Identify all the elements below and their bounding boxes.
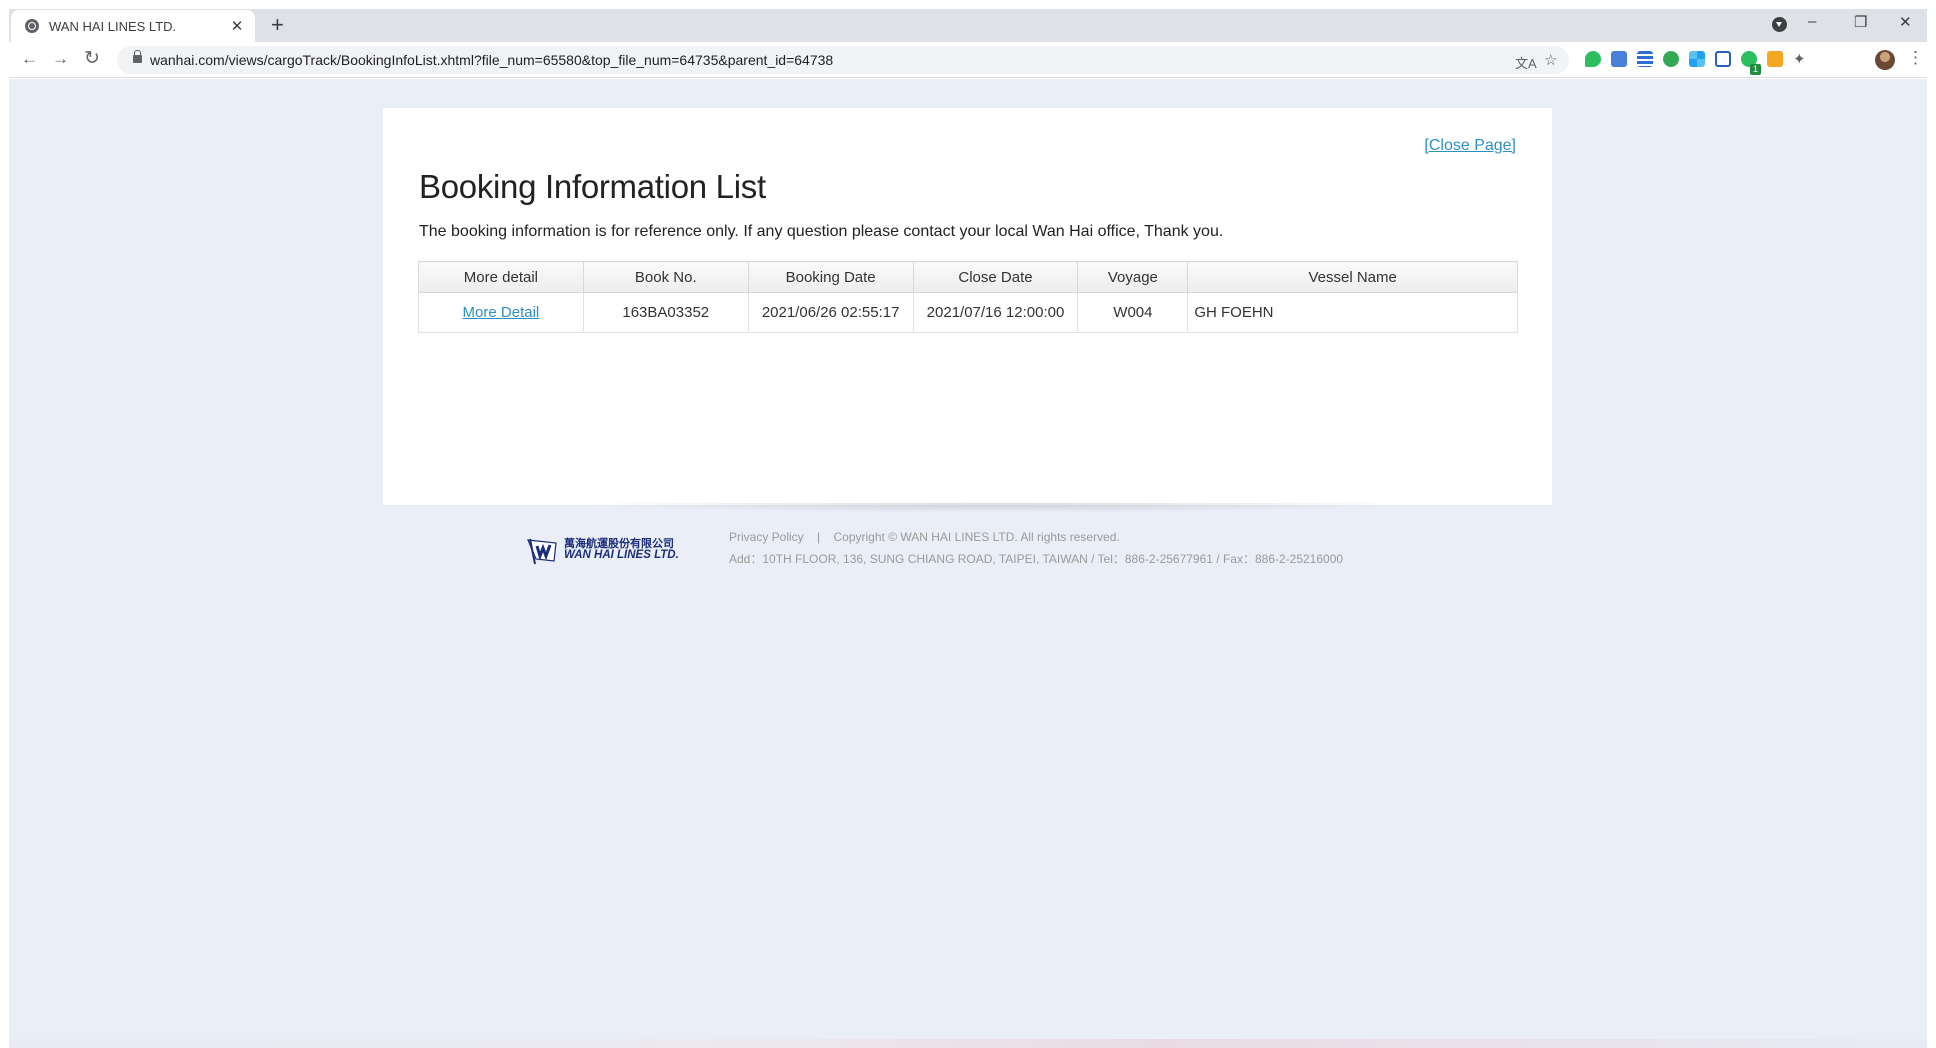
translate-icon[interactable]: 文A: [1515, 53, 1537, 72]
refresh-extension-icon[interactable]: [1663, 51, 1679, 67]
col-header-book-no: Book No.: [582, 261, 749, 293]
reload-icon[interactable]: ↻: [84, 47, 100, 70]
restore-button[interactable]: ❐: [1854, 13, 1867, 31]
logo-english-name: WAN HAI LINES LTD.: [564, 549, 679, 561]
translate-extension-icon[interactable]: [1611, 51, 1627, 67]
cell-more-detail: More Detail: [418, 292, 584, 333]
booking-table: More detail Book No. Booking Date Close …: [418, 261, 1518, 333]
avatar[interactable]: [1875, 50, 1895, 70]
card-shadow: [569, 503, 1429, 513]
privacy-policy-link[interactable]: Privacy Policy: [729, 530, 804, 544]
star-icon[interactable]: ☆: [1544, 51, 1557, 69]
address-bar[interactable]: wanhai.com/views/cargoTrack/BookingInfoL…: [117, 46, 1569, 74]
browser-window: WAN HAI LINES LTD. ✕ + – ❐ ✕ ← → ↻ wanha…: [0, 0, 1936, 1048]
back-arrow-icon[interactable]: ←: [21, 49, 38, 69]
globe-icon: [25, 19, 39, 33]
tab-search-icon[interactable]: [1772, 17, 1787, 32]
extension-badge: 1: [1750, 64, 1761, 75]
site-footer: 萬海航運股份有限公司 WAN HAI LINES LTD. Privacy Po…: [526, 530, 1426, 580]
col-header-booking-date: Booking Date: [747, 261, 914, 293]
evernote-extension-icon[interactable]: [1585, 51, 1601, 67]
cell-book-no: 163BA03352: [582, 292, 749, 333]
col-header-voyage: Voyage: [1077, 261, 1189, 293]
wan-hai-logo: 萬海航運股份有限公司 WAN HAI LINES LTD.: [526, 533, 679, 567]
window-close-button[interactable]: ✕: [1899, 13, 1912, 31]
table-row: More Detail 163BA03352 2021/06/26 02:55:…: [418, 292, 1518, 333]
cell-vessel-name: GH FOEHN: [1187, 292, 1518, 333]
minimize-button[interactable]: –: [1808, 13, 1816, 30]
rss-extension-icon[interactable]: [1767, 51, 1783, 67]
col-header-more-detail: More detail: [418, 261, 584, 293]
windows-extension-icon[interactable]: [1689, 51, 1705, 67]
tab-title: WAN HAI LINES LTD.: [49, 18, 177, 34]
tab-strip: WAN HAI LINES LTD. ✕ + – ❐ ✕: [9, 9, 1927, 42]
browser-toolbar: ← → ↻ wanhai.com/views/cargoTrack/Bookin…: [9, 42, 1927, 78]
tab-close-button[interactable]: ✕: [225, 17, 249, 35]
more-detail-link[interactable]: More Detail: [463, 304, 540, 321]
page-viewport: [Close Page] Booking Information List Th…: [9, 79, 1927, 1039]
cell-booking-date: 2021/06/26 02:55:17: [747, 292, 914, 333]
cell-close-date: 2021/07/16 12:00:00: [912, 292, 1079, 333]
content-card: [Close Page] Booking Information List Th…: [383, 108, 1552, 505]
lock-icon[interactable]: [133, 50, 142, 63]
browser-tab[interactable]: WAN HAI LINES LTD. ✕: [11, 10, 255, 42]
copyright-text: Copyright © WAN HAI LINES LTD. All right…: [833, 530, 1120, 544]
list-extension-icon[interactable]: [1637, 51, 1653, 67]
bottom-edge: [9, 1039, 1927, 1048]
reference-note: The booking information is for reference…: [419, 223, 1224, 240]
cell-voyage: W004: [1077, 292, 1189, 333]
forward-arrow-icon[interactable]: →: [52, 49, 69, 69]
url-text[interactable]: wanhai.com/views/cargoTrack/BookingInfoL…: [150, 52, 833, 68]
footer-address: Add：10TH FLOOR, 136, SUNG CHIANG ROAD, T…: [729, 552, 1344, 566]
table-header-row: More detail Book No. Booking Date Close …: [418, 261, 1518, 293]
footer-legal-line: Privacy Policy | Copyright © WAN HAI LIN…: [729, 530, 1120, 544]
wan-hai-flag-icon: [527, 538, 557, 565]
menu-kebab-icon[interactable]: ⋮: [1907, 48, 1924, 68]
ui-extension-icon[interactable]: [1715, 51, 1731, 67]
col-header-vessel-name: Vessel Name: [1187, 261, 1518, 293]
puzzle-icon[interactable]: ✦: [1793, 50, 1806, 68]
page-title: Booking Information List: [419, 168, 766, 205]
footer-separator: |: [817, 530, 821, 544]
col-header-close-date: Close Date: [912, 261, 1079, 293]
close-page-link[interactable]: [Close Page]: [1424, 137, 1516, 155]
new-tab-button[interactable]: +: [271, 13, 284, 37]
